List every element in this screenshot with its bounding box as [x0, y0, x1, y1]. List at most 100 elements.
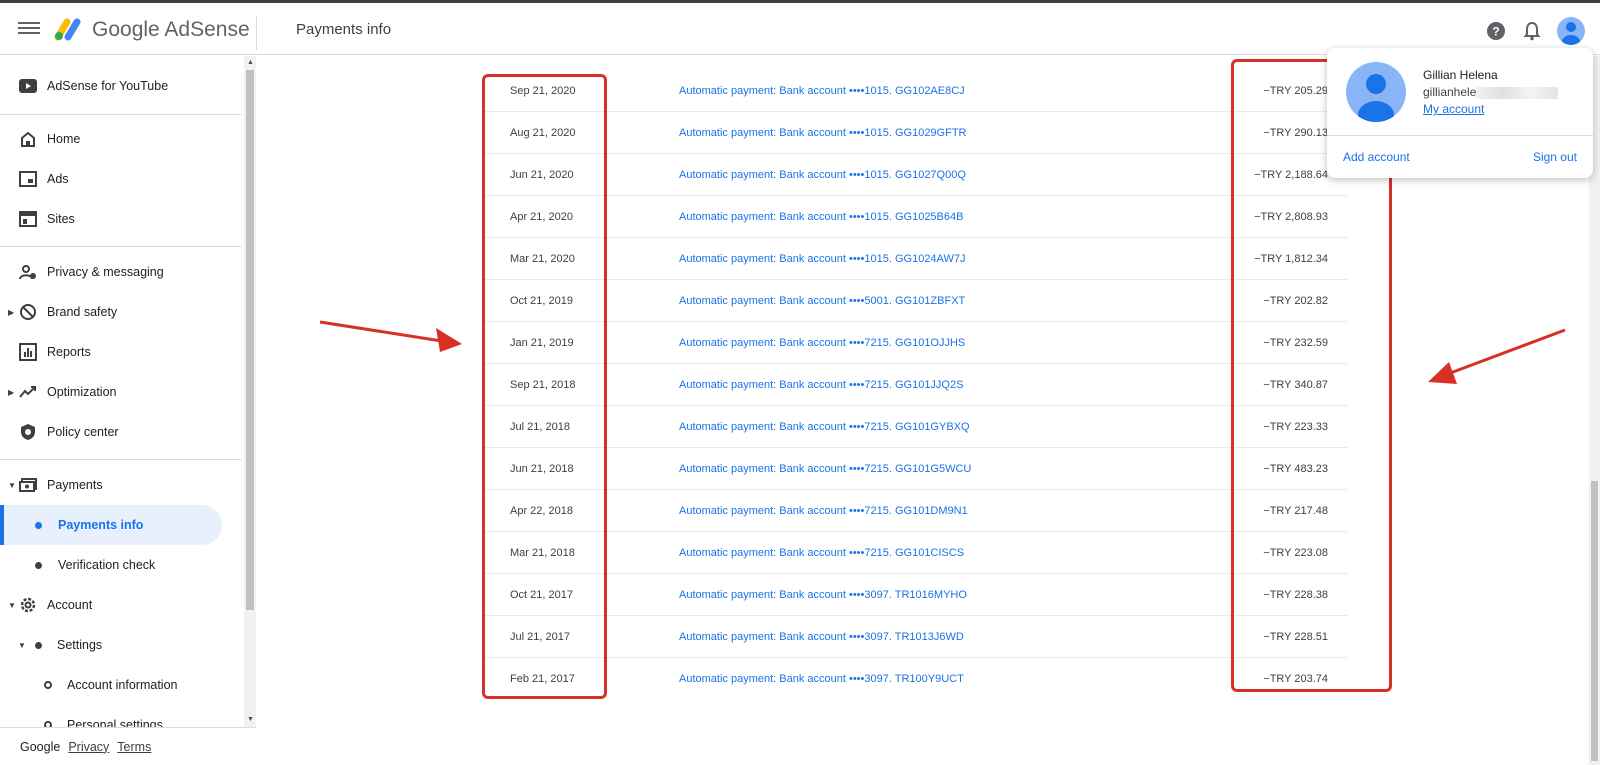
- payment-description-link[interactable]: Automatic payment: Bank account ••••1015…: [679, 211, 963, 223]
- payment-row[interactable]: Apr 21, 2020 Automatic payment: Bank acc…: [484, 196, 1348, 238]
- sidebar-item-payments-info[interactable]: Payments info: [0, 505, 222, 545]
- help-icon[interactable]: ?: [1484, 19, 1508, 43]
- brand-title[interactable]: Google AdSense: [92, 18, 250, 42]
- trending-icon: [18, 382, 38, 402]
- scroll-up-arrow-icon[interactable]: ▲: [247, 59, 254, 66]
- sidebar-item-verification-check[interactable]: Verification check: [0, 545, 240, 585]
- bullet-dot-icon: [35, 641, 42, 649]
- account-name: Gillian Helena: [1423, 68, 1498, 82]
- payment-description-link[interactable]: Automatic payment: Bank account ••••1015…: [679, 85, 965, 97]
- notifications-bell-icon[interactable]: [1520, 19, 1544, 43]
- footer-google: Google: [20, 739, 61, 754]
- caret-down-icon: ▼: [18, 640, 26, 650]
- sidebar-item-label: Account: [47, 598, 93, 612]
- sidebar-scroll-thumb[interactable]: [246, 70, 254, 610]
- sign-out-link[interactable]: Sign out: [1533, 150, 1577, 164]
- payment-description-link[interactable]: Automatic payment: Bank account ••••1015…: [679, 253, 965, 265]
- payment-description-link[interactable]: Automatic payment: Bank account ••••1015…: [679, 127, 967, 139]
- payment-description-link[interactable]: Automatic payment: Bank account ••••3097…: [679, 631, 964, 643]
- payment-description-link[interactable]: Automatic payment: Bank account ••••7215…: [679, 337, 965, 349]
- payment-row[interactable]: Jul 21, 2018 Automatic payment: Bank acc…: [484, 406, 1348, 448]
- payment-row[interactable]: Jul 21, 2017 Automatic payment: Bank acc…: [484, 616, 1348, 658]
- sidebar-divider: [0, 114, 242, 115]
- sidebar-item-personal-settings[interactable]: Personal settings: [0, 705, 240, 727]
- sidebar-item-label: Reports: [47, 345, 91, 359]
- payment-description-link[interactable]: Automatic payment: Bank account ••••3097…: [679, 589, 967, 601]
- payment-row[interactable]: Sep 21, 2020 Automatic payment: Bank acc…: [484, 70, 1348, 112]
- payment-row[interactable]: Jun 21, 2020 Automatic payment: Bank acc…: [484, 154, 1348, 196]
- payment-row[interactable]: Oct 21, 2019 Automatic payment: Bank acc…: [484, 280, 1348, 322]
- sidebar-item-account-information[interactable]: Account information: [0, 665, 240, 705]
- payment-description-link[interactable]: Automatic payment: Bank account ••••1015…: [679, 169, 966, 181]
- caret-right-icon: ▶: [8, 387, 15, 397]
- sidebar-item-policy-center[interactable]: Policy center: [0, 412, 240, 452]
- payment-description-link[interactable]: Automatic payment: Bank account ••••5001…: [679, 295, 965, 307]
- sidebar-item-home[interactable]: Home: [0, 119, 240, 159]
- payment-row[interactable]: Mar 21, 2018 Automatic payment: Bank acc…: [484, 532, 1348, 574]
- email-redaction-blur: [1476, 86, 1559, 99]
- sidebar-item-account[interactable]: ▼ Account: [0, 585, 240, 625]
- payment-description-link[interactable]: Automatic payment: Bank account ••••7215…: [679, 463, 971, 475]
- payment-row[interactable]: Sep 21, 2018 Automatic payment: Bank acc…: [484, 364, 1348, 406]
- account-avatar-button[interactable]: [1557, 17, 1585, 45]
- shield-icon: [18, 422, 38, 442]
- bar-chart-icon: [18, 342, 38, 362]
- sidebar-item-payments[interactable]: ▼ Payments: [0, 465, 240, 505]
- bullet-ring-icon: [44, 681, 52, 689]
- add-account-link[interactable]: Add account: [1343, 150, 1410, 164]
- scroll-down-arrow-icon[interactable]: ▼: [247, 716, 254, 723]
- brand-google: Google: [92, 18, 160, 41]
- payment-description-link[interactable]: Automatic payment: Bank account ••••7215…: [679, 379, 963, 391]
- my-account-link[interactable]: My account: [1423, 102, 1484, 116]
- svg-text:?: ?: [1492, 25, 1499, 39]
- payment-row[interactable]: Apr 22, 2018 Automatic payment: Bank acc…: [484, 490, 1348, 532]
- payment-row[interactable]: Aug 21, 2020 Automatic payment: Bank acc…: [484, 112, 1348, 154]
- sidebar-item-label: Sites: [47, 212, 75, 226]
- youtube-icon: [18, 76, 38, 96]
- sites-icon: [18, 209, 38, 229]
- payment-description-link[interactable]: Automatic payment: Bank account ••••3097…: [679, 673, 964, 685]
- sidebar-item-privacy-messaging[interactable]: Privacy & messaging: [0, 252, 240, 292]
- home-icon: [18, 129, 38, 149]
- footer-terms-link[interactable]: Terms: [117, 740, 151, 754]
- sidebar-item-label: Brand safety: [47, 305, 118, 319]
- sidebar-item-label: Privacy & messaging: [47, 265, 164, 279]
- sidebar-item-brand-safety[interactable]: ▶ Brand safety: [0, 292, 240, 332]
- sidebar-footer: Google Privacy Terms: [0, 727, 256, 765]
- main-scroll-thumb[interactable]: [1591, 481, 1598, 761]
- payments-icon: [18, 475, 38, 495]
- sidebar-item-reports[interactable]: Reports: [0, 332, 240, 372]
- payment-row[interactable]: Jun 21, 2018 Automatic payment: Bank acc…: [484, 448, 1348, 490]
- menu-icon[interactable]: [18, 19, 40, 39]
- sidebar-item-settings[interactable]: ▼ Settings: [0, 625, 240, 665]
- ads-icon: [18, 169, 38, 189]
- payment-row[interactable]: Jan 21, 2019 Automatic payment: Bank acc…: [484, 322, 1348, 364]
- sidebar-item-sites[interactable]: Sites: [0, 199, 240, 239]
- bullet-dot-icon: [35, 561, 42, 569]
- avatar-person-icon: [1358, 74, 1394, 122]
- caret-down-icon: ▼: [8, 480, 16, 490]
- payment-description-link[interactable]: Automatic payment: Bank account ••••7215…: [679, 505, 968, 517]
- sidebar-item-label: Payments: [47, 478, 103, 492]
- sidebar-item-label: Settings: [57, 638, 103, 652]
- payment-description-link[interactable]: Automatic payment: Bank account ••••7215…: [679, 421, 970, 433]
- privacy-icon: [18, 262, 38, 282]
- sidebar-item-ads[interactable]: Ads: [0, 159, 240, 199]
- footer-privacy-link[interactable]: Privacy: [68, 740, 109, 754]
- sidebar-item-adsense-youtube[interactable]: AdSense for YouTube: [0, 66, 240, 106]
- payment-row[interactable]: Oct 21, 2017 Automatic payment: Bank acc…: [484, 574, 1348, 616]
- popup-avatar: [1346, 62, 1406, 122]
- sidebar-scrollbar[interactable]: ▲ ▼: [244, 56, 256, 727]
- block-icon: [18, 302, 38, 322]
- payment-row[interactable]: Mar 21, 2020 Automatic payment: Bank acc…: [484, 238, 1348, 280]
- sidebar-item-label: Verification check: [58, 558, 156, 572]
- sidebar-item-label: Ads: [47, 172, 69, 186]
- payment-description-link[interactable]: Automatic payment: Bank account ••••7215…: [679, 547, 964, 559]
- active-indicator: [0, 505, 4, 545]
- sidebar-item-optimization[interactable]: ▶ Optimization: [0, 372, 240, 412]
- payment-row[interactable]: Feb 21, 2017 Automatic payment: Bank acc…: [484, 658, 1348, 700]
- header-divider: [256, 16, 257, 50]
- sidebar-nav: AdSense for YouTube Home Ads Sites Priva…: [0, 56, 256, 727]
- sidebar-item-label: Policy center: [47, 425, 119, 439]
- sidebar-item-label: Home: [47, 132, 81, 146]
